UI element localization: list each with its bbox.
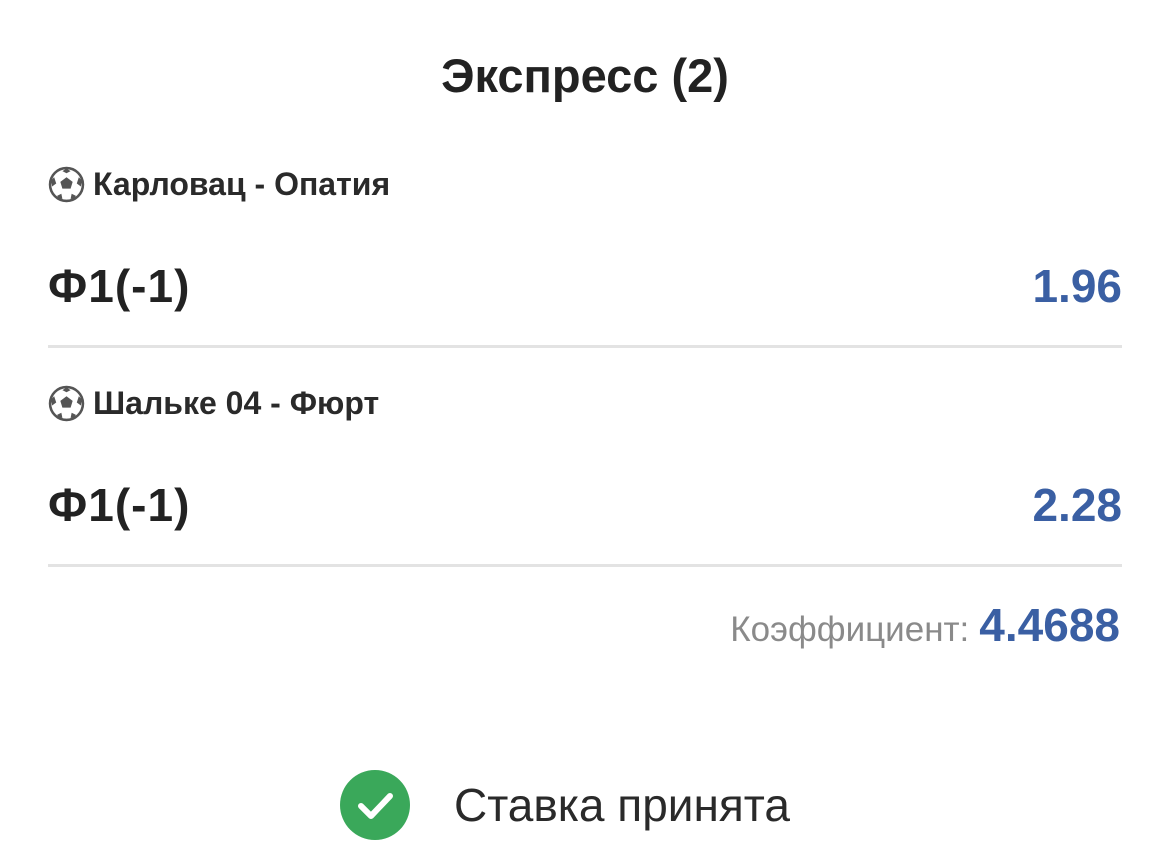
pick-row: Ф1(-1) 1.96: [48, 256, 1122, 316]
pick-row: Ф1(-1) 2.28: [48, 475, 1122, 535]
divider: [48, 564, 1122, 567]
soccer-ball-icon: [48, 385, 85, 422]
pick-odds: 1.96: [1032, 260, 1122, 312]
total-label: Коэффициент:: [730, 610, 970, 649]
bet-status: Ставка принята: [340, 770, 790, 840]
event-name: Карловац - Опатия: [93, 165, 391, 202]
soccer-ball-icon: [48, 166, 85, 203]
total-value: 4.4688: [979, 599, 1120, 651]
coupon-title: Экспресс (2): [441, 49, 729, 102]
total-coefficient: Коэффициент: 4.4688: [730, 598, 1120, 658]
event-2: Шальке 04 - Фюрт Ф1(-1) 2.28: [48, 383, 1122, 567]
check-circle-icon: [340, 770, 410, 840]
pick-name: Ф1(-1): [48, 479, 191, 531]
pick-odds: 2.28: [1032, 479, 1122, 531]
event-1: Карловац - Опатия Ф1(-1) 1.96: [48, 164, 1122, 348]
event-header: Шальке 04 - Фюрт: [48, 383, 1122, 423]
status-text: Ставка принята: [454, 779, 790, 831]
pick-name: Ф1(-1): [48, 260, 191, 312]
divider: [48, 345, 1122, 348]
event-name: Шальке 04 - Фюрт: [93, 384, 380, 421]
event-header: Карловац - Опатия: [48, 164, 1122, 204]
